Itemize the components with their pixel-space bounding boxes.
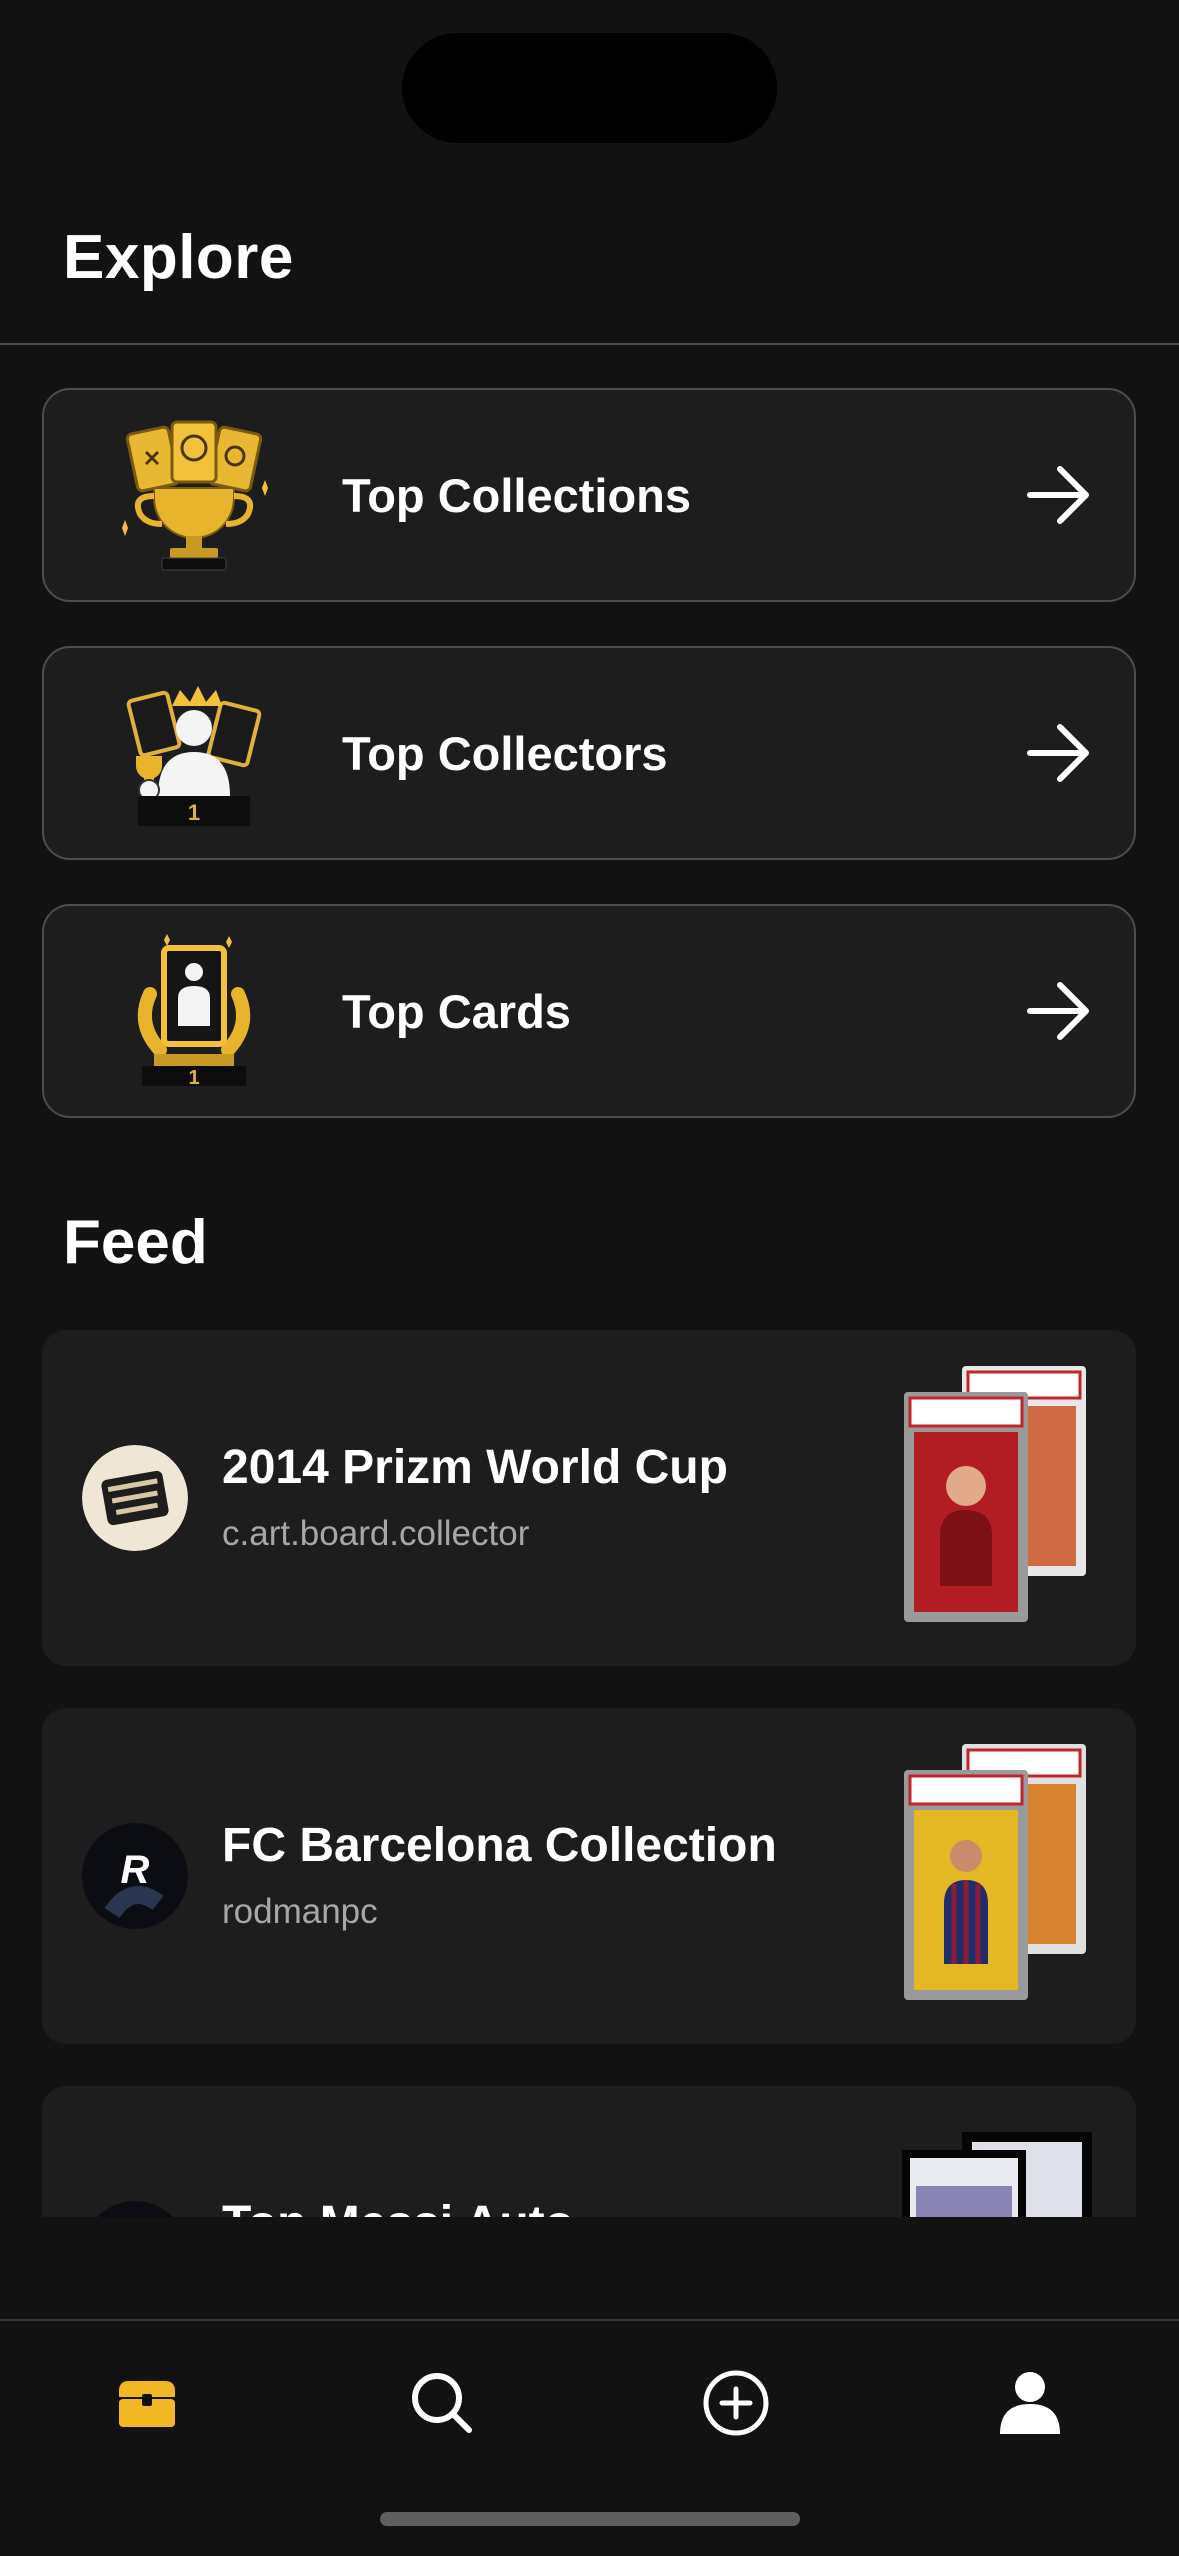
chest-icon <box>119 2381 175 2427</box>
tab-add[interactable] <box>696 2363 776 2443</box>
avatar: R <box>97 2201 173 2217</box>
collection-name: 2014 Prizm World Cup <box>222 1441 728 1494</box>
trophy-cards-icon <box>122 420 268 571</box>
explore-label: Top Cards <box>342 984 571 1038</box>
feed-item[interactable]: R Top Messi Auto <box>42 2086 1136 2217</box>
top-collections-button[interactable]: Top Collections <box>42 388 1136 602</box>
tab-profile[interactable] <box>990 2363 1070 2443</box>
crowned-collector-icon: 1 <box>126 686 262 826</box>
arrow-right-icon <box>1027 466 1089 524</box>
dynamic-island <box>402 33 777 143</box>
explore-label: Top Collectors <box>342 726 668 780</box>
feed-list[interactable]: 2014 Prizm World Cup c.art.board.collect… <box>0 1320 1179 2217</box>
collection-name: FC Barcelona Collection <box>222 1819 777 1872</box>
arrow-right-icon <box>1027 724 1089 782</box>
collection-name: Top Messi Auto <box>222 2196 574 2217</box>
top-cards-button[interactable]: 1 Top Cards <box>42 904 1136 1118</box>
feed-title: Feed <box>63 1208 208 1277</box>
feed-item[interactable]: R FC Barcelona Collection rodmanpc <box>42 1708 1136 2044</box>
card-slabs-thumbnail <box>904 1744 1086 2000</box>
person-icon <box>1000 2372 1060 2434</box>
svg-text:1: 1 <box>188 1067 199 1089</box>
card-slabs-thumbnail <box>904 1366 1086 1622</box>
home-indicator <box>380 2512 800 2526</box>
arrow-right-icon <box>1027 982 1089 1040</box>
card-slabs-thumbnail <box>902 2132 1092 2217</box>
collector-username: c.art.board.collector <box>222 1514 530 1553</box>
explore-label: Top Collections <box>342 468 692 522</box>
svg-text:1: 1 <box>188 800 200 825</box>
avatar <box>82 1445 188 1551</box>
winning-card-icon: 1 <box>137 934 251 1089</box>
feed-item[interactable]: 2014 Prizm World Cup c.art.board.collect… <box>42 1330 1136 1666</box>
search-icon <box>412 2373 472 2433</box>
header-divider <box>0 343 1179 345</box>
svg-text:R: R <box>121 1848 150 1892</box>
top-collectors-button[interactable]: 1 Top Collectors <box>42 646 1136 860</box>
tab-collection[interactable] <box>107 2363 187 2443</box>
collector-username: rodmanpc <box>222 1892 378 1931</box>
plus-circle-icon <box>703 2370 769 2436</box>
tab-search[interactable] <box>402 2363 482 2443</box>
page-title: Explore <box>63 223 294 292</box>
avatar: R <box>82 1823 188 1929</box>
